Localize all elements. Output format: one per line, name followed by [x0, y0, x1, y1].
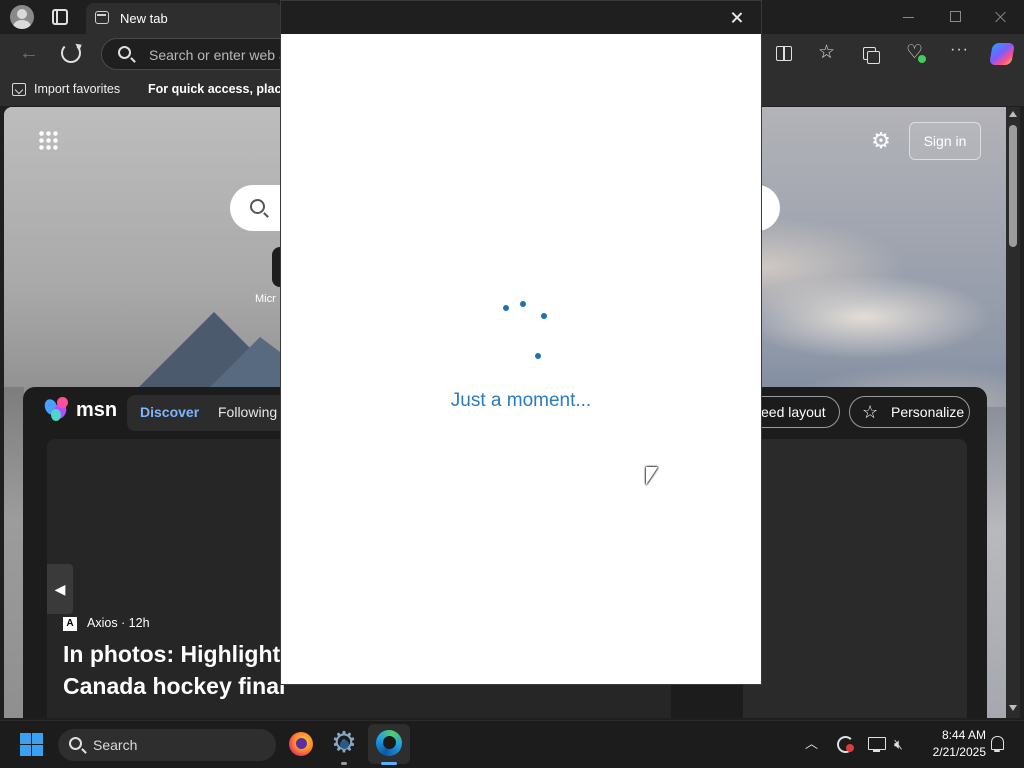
copilot-icon[interactable]: [989, 43, 1015, 65]
volume-muted-icon[interactable]: 🔇︎: [894, 735, 912, 753]
notification-bell-icon[interactable]: [989, 735, 1005, 753]
restore-button[interactable]: [943, 6, 967, 28]
clock-date[interactable]: 2/21/2025: [920, 745, 986, 759]
search-icon: [118, 46, 131, 59]
scroll-up-arrow-icon[interactable]: [1009, 111, 1017, 117]
more-options-icon[interactable]: ···: [950, 42, 970, 64]
taskbar-search-label: Search: [93, 737, 138, 753]
firefox-icon[interactable]: [286, 729, 316, 759]
close-icon[interactable]: [727, 8, 747, 28]
tab-title: New tab: [120, 11, 168, 26]
axios-logo-icon: A: [63, 617, 77, 631]
windows-start-icon[interactable]: [20, 733, 44, 757]
chevron-up-icon[interactable]: ︿: [805, 735, 818, 753]
scroll-down-arrow-icon[interactable]: [1009, 705, 1017, 711]
sign-in-dialog: Just a moment...: [280, 0, 762, 685]
scrollbar-thumb[interactable]: [1009, 125, 1017, 247]
tab-discover[interactable]: Discover: [140, 404, 199, 420]
browser-essentials-icon[interactable]: [906, 41, 926, 64]
tab-new-tab[interactable]: New tab: [86, 3, 282, 34]
gear-icon[interactable]: ⚙: [870, 130, 892, 152]
refresh-icon[interactable]: [61, 43, 81, 63]
clock-time[interactable]: 8:44 AM: [930, 728, 986, 742]
close-window-button[interactable]: [989, 6, 1013, 28]
news-source: Axios · 12h: [87, 616, 150, 630]
back-arrow-icon[interactable]: ←: [18, 42, 40, 64]
apps-grid-icon[interactable]: [38, 130, 58, 150]
import-favorites-link[interactable]: Import favorites: [34, 82, 120, 96]
msn-logo-icon: [42, 397, 73, 423]
split-screen-icon[interactable]: [774, 44, 794, 64]
quick-link-label: Micr: [255, 293, 276, 305]
tab-following[interactable]: Following: [218, 404, 277, 420]
sparkle-star-icon: ☆: [862, 402, 879, 422]
background-scenery: [986, 407, 1006, 718]
search-icon: [250, 199, 265, 214]
favorites-star-icon[interactable]: ☆: [818, 43, 838, 64]
windows-taskbar: Search ︿ 🔇︎ 8:44 AM 2/21/2025: [0, 720, 1024, 768]
loading-message: Just a moment...: [450, 390, 592, 411]
tab-actions-icon[interactable]: [52, 9, 68, 25]
settings-app-icon[interactable]: [330, 726, 360, 760]
favorites-hint-text: For quick access, place y: [148, 82, 299, 96]
personalize-label: Personalize: [891, 404, 965, 420]
chevron-left-icon[interactable]: ◀: [47, 564, 73, 614]
dialog-titlebar: [281, 1, 761, 34]
address-placeholder: Search or enter web a: [149, 47, 287, 63]
active-app-indicator: [381, 762, 397, 765]
sign-in-button[interactable]: Sign in: [909, 122, 981, 160]
background-scenery: [4, 387, 24, 718]
import-icon: [12, 83, 26, 96]
display-icon[interactable]: [868, 735, 886, 753]
address-bar[interactable]: Search or enter web a: [101, 38, 301, 70]
taskbar-search[interactable]: Search: [58, 729, 276, 761]
running-indicator: [341, 762, 347, 765]
personalize-button[interactable]: ☆ Personalize: [849, 396, 970, 428]
page-scrollbar[interactable]: [1006, 107, 1020, 718]
minimize-button[interactable]: [897, 6, 921, 28]
profile-avatar[interactable]: [10, 5, 34, 29]
sync-alert-icon[interactable]: [836, 735, 854, 753]
loading-spinner-icon: [497, 295, 547, 365]
new-tab-page-icon: [95, 11, 109, 24]
edge-icon[interactable]: [368, 724, 410, 764]
msn-brand: msn: [76, 399, 118, 421]
search-icon: [69, 737, 82, 750]
mouse-cursor-icon: [646, 467, 658, 485]
news-card-side[interactable]: [743, 439, 967, 718]
collections-icon[interactable]: [862, 44, 882, 64]
